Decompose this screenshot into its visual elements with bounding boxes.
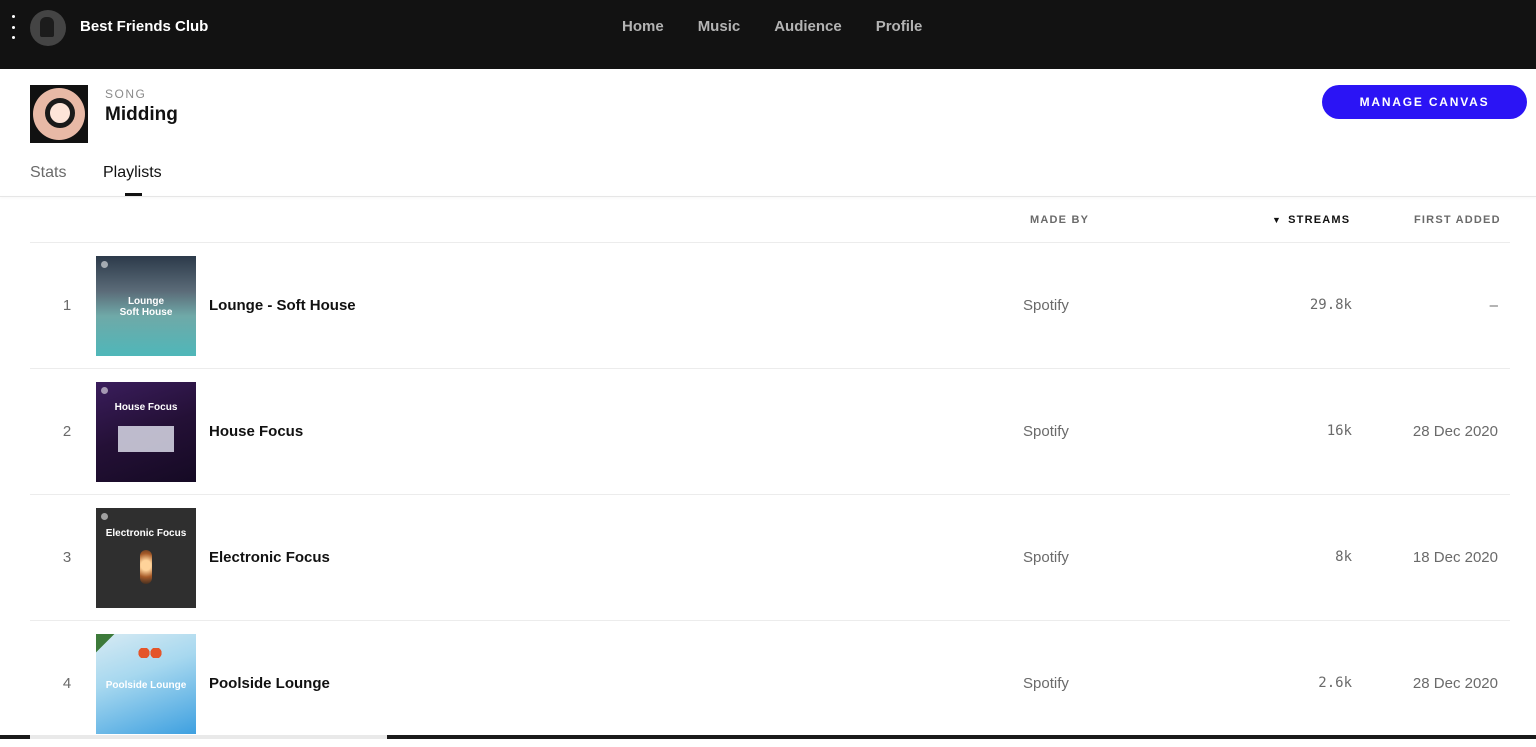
manage-canvas-button[interactable]: MANAGE CANVAS bbox=[1322, 85, 1527, 119]
scrollbar-thumb[interactable] bbox=[30, 735, 387, 739]
song-title: Midding bbox=[105, 104, 178, 125]
top-navigation: Home Music Audience Profile bbox=[622, 18, 922, 35]
cover-caption: Electronic Focus bbox=[105, 528, 187, 539]
cover-image-detail bbox=[138, 648, 162, 658]
table-divider bbox=[30, 242, 1510, 243]
nav-audience[interactable]: Audience bbox=[774, 18, 842, 35]
playlist-cover: House Focus bbox=[96, 382, 196, 482]
tab-playlists[interactable]: Playlists bbox=[103, 164, 162, 182]
table-divider bbox=[30, 620, 1510, 621]
nav-profile[interactable]: Profile bbox=[876, 18, 923, 35]
made-by: Spotify bbox=[1023, 549, 1069, 566]
cover-image-detail bbox=[140, 550, 152, 584]
playlist-cover: Electronic Focus bbox=[96, 508, 196, 608]
streams-count: 16k bbox=[1326, 423, 1352, 439]
nav-home[interactable]: Home bbox=[622, 18, 664, 35]
song-type-label: SONG bbox=[105, 87, 147, 101]
table-row[interactable]: 3 Electronic Focus Electronic Focus Spot… bbox=[30, 496, 1510, 621]
cover-caption: Lounge Soft House bbox=[119, 296, 173, 318]
column-header-streams[interactable]: ▼ STREAMS bbox=[1272, 214, 1350, 226]
tab-stats[interactable]: Stats bbox=[30, 164, 66, 182]
made-by: Spotify bbox=[1023, 675, 1069, 692]
playlist-cover: Poolside Lounge bbox=[96, 634, 196, 734]
nav-music[interactable]: Music bbox=[698, 18, 741, 35]
cover-caption: Poolside Lounge bbox=[105, 680, 187, 691]
sort-down-icon: ▼ bbox=[1272, 215, 1283, 225]
column-header-streams-label: STREAMS bbox=[1288, 214, 1351, 226]
tabs-divider bbox=[0, 196, 1536, 197]
row-index: 4 bbox=[62, 675, 72, 692]
first-added-date: 28 Dec 2020 bbox=[1412, 423, 1498, 440]
song-artwork bbox=[30, 85, 88, 143]
streams-count: 29.8k bbox=[1309, 297, 1352, 313]
cover-image-detail bbox=[96, 634, 130, 660]
first-added-date: – bbox=[1489, 297, 1498, 314]
column-header-made-by[interactable]: MADE BY bbox=[1030, 214, 1089, 226]
playlist-cover: Lounge Soft House bbox=[96, 256, 196, 356]
table-row[interactable]: 1 Lounge Soft House Lounge - Soft House … bbox=[30, 244, 1510, 369]
spotify-logo-icon bbox=[101, 513, 108, 520]
cover-image-detail bbox=[118, 426, 174, 452]
made-by: Spotify bbox=[1023, 297, 1069, 314]
spotify-logo-icon bbox=[101, 387, 108, 394]
table-divider bbox=[30, 368, 1510, 369]
streams-count: 2.6k bbox=[1318, 675, 1352, 691]
made-by: Spotify bbox=[1023, 423, 1069, 440]
streams-count: 8k bbox=[1335, 549, 1352, 565]
table-row[interactable]: 4 Poolside Lounge Poolside Lounge Spotif… bbox=[30, 622, 1510, 747]
first-added-date: 18 Dec 2020 bbox=[1412, 549, 1498, 566]
row-index: 3 bbox=[62, 549, 72, 566]
table-row[interactable]: 2 House Focus House Focus Spotify 16k 28… bbox=[30, 370, 1510, 495]
table-divider bbox=[30, 494, 1510, 495]
row-index: 2 bbox=[62, 423, 72, 440]
more-menu-icon[interactable] bbox=[8, 15, 18, 39]
artist-avatar[interactable] bbox=[30, 10, 66, 46]
playlist-name[interactable]: Lounge - Soft House bbox=[209, 297, 356, 314]
top-bar: Best Friends Club Home Music Audience Pr… bbox=[0, 0, 1536, 69]
cover-caption: House Focus bbox=[114, 402, 178, 413]
spotify-logo-icon bbox=[101, 261, 108, 268]
first-added-date: 28 Dec 2020 bbox=[1412, 675, 1498, 692]
playlist-name[interactable]: Electronic Focus bbox=[209, 549, 330, 566]
artist-name[interactable]: Best Friends Club bbox=[80, 18, 208, 35]
row-index: 1 bbox=[62, 297, 72, 314]
playlist-name[interactable]: Poolside Lounge bbox=[209, 675, 330, 692]
column-header-first-added[interactable]: FIRST ADDED bbox=[1414, 214, 1501, 226]
playlist-name[interactable]: House Focus bbox=[209, 423, 303, 440]
